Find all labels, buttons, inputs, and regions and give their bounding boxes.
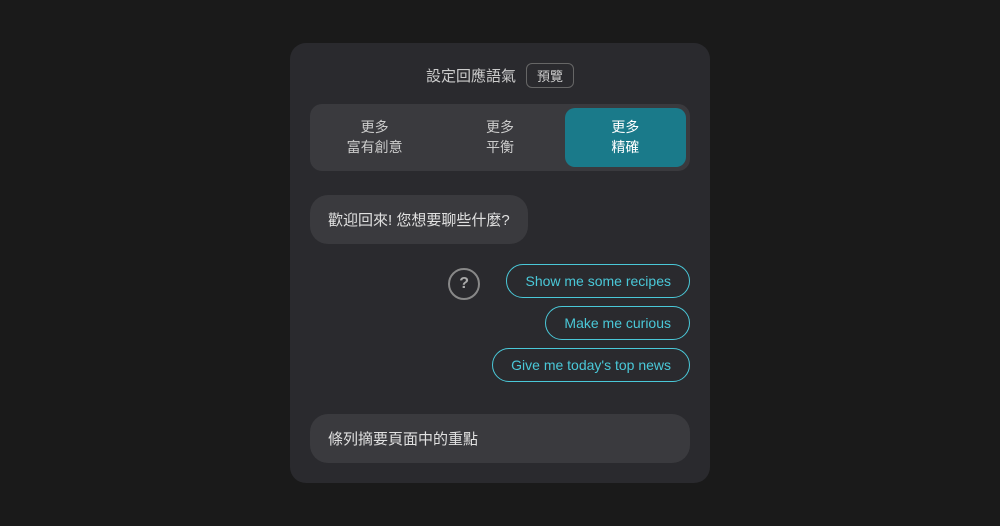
preview-button[interactable]: 預覽 [526,63,574,88]
suggestion-buttons: Show me some recipes Make me curious Giv… [492,264,690,382]
app-container: 設定回應語氣 預覽 更多富有創意 更多平衡 更多精確 歡迎回來! 您想要聊些什麼… [290,43,710,483]
tone-btn-precise[interactable]: 更多精確 [565,108,686,167]
header-title: 設定回應語氣 [426,65,516,86]
header: 設定回應語氣 預覽 [310,63,690,88]
suggestion-btn-news[interactable]: Give me today's top news [492,348,690,382]
tone-btn-creative[interactable]: 更多富有創意 [314,108,435,167]
chat-area: 歡迎回來! 您想要聊些什麼? ? Show me some recipes Ma… [310,195,690,463]
welcome-bubble: 歡迎回來! 您想要聊些什麼? [310,195,528,244]
tone-selector: 更多富有創意 更多平衡 更多精確 [310,104,690,171]
question-icon: ? [448,268,480,300]
suggestion-btn-recipes[interactable]: Show me some recipes [506,264,690,298]
suggestions-section: ? Show me some recipes Make me curious G… [310,264,690,382]
bottom-bubble: 條列摘要頁面中的重點 [310,414,690,463]
suggestion-btn-curious[interactable]: Make me curious [545,306,690,340]
tone-btn-balanced[interactable]: 更多平衡 [439,108,560,167]
